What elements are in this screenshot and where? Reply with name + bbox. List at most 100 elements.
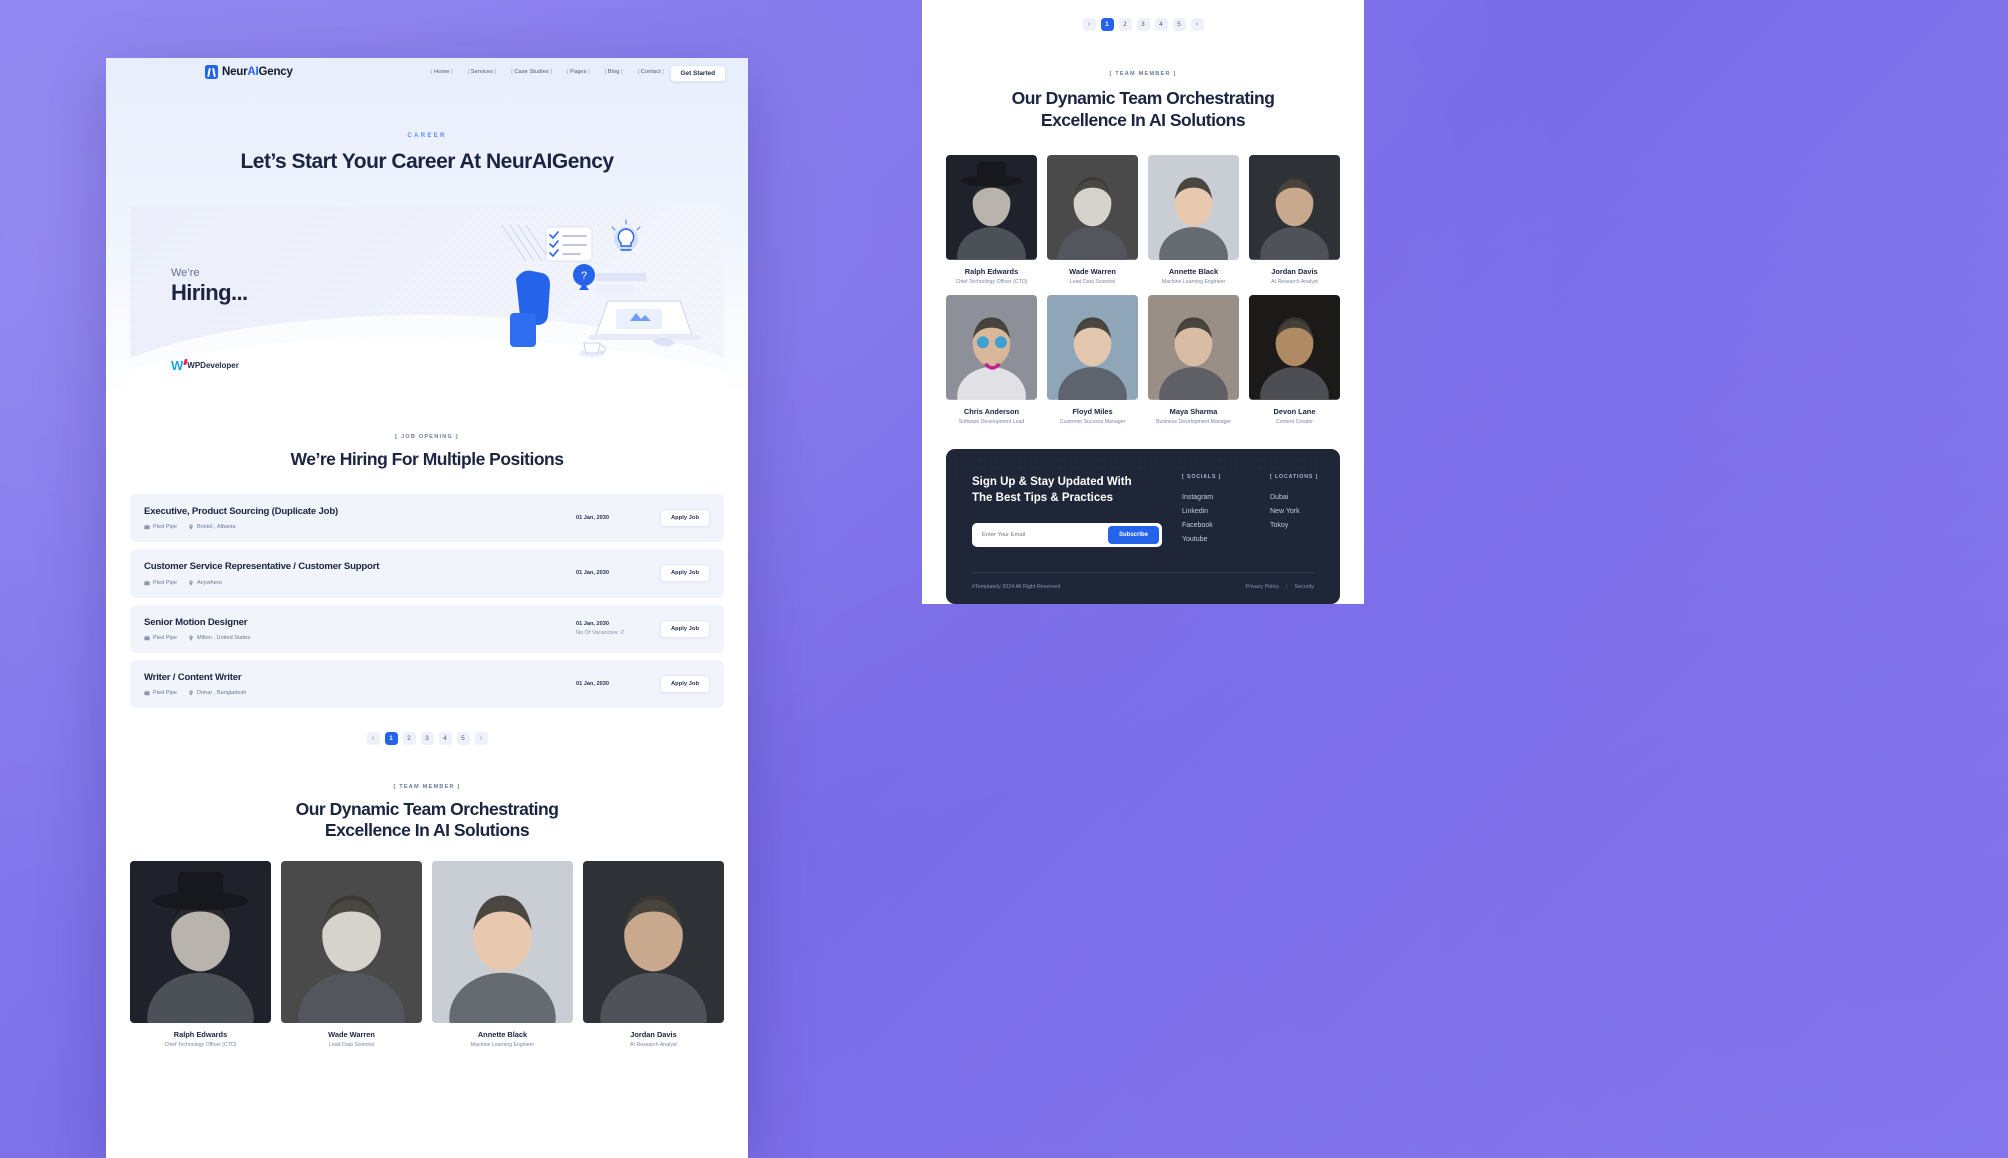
footer-legal-links[interactable]: Privacy Policy | Security: [1246, 584, 1314, 590]
pagination-prev[interactable]: ‹: [366, 732, 380, 746]
security-link[interactable]: Security: [1295, 584, 1314, 590]
brand-logo[interactable]: NeurAIGency: [205, 65, 293, 79]
apply-job-button[interactable]: Apply Job: [659, 619, 710, 638]
wpdeveloper-name: WPDeveloper: [187, 361, 239, 370]
locations-title: [ LOCATIONS ]: [1270, 473, 1319, 480]
left-page-preview: NeurAIGency Home Services Case Studies P…: [106, 58, 748, 1158]
job-card[interactable]: Senior Motion Designer Pied Pipe Milton , …: [130, 604, 724, 653]
team-member-role: Chief Technology Officer (CTO): [164, 1042, 237, 1049]
avatar: [130, 861, 271, 1024]
newsletter-form[interactable]: Subscribe: [972, 522, 1162, 547]
team-member-role: Chief Technology Officer (CTO): [955, 279, 1028, 286]
avatar: [1249, 155, 1340, 261]
job-card[interactable]: Executive, Product Sourcing (Duplicate J…: [130, 494, 724, 543]
avatar: [1047, 295, 1138, 400]
team-member-role: Machine Learning Engineer: [470, 1042, 535, 1049]
pagination-prev[interactable]: ‹: [1082, 18, 1096, 32]
socials-list[interactable]: Instagram Linkedin Facebook Youtube: [1182, 494, 1250, 543]
job-card[interactable]: Writer / Content Writer Pied Pipe Dohar , …: [130, 659, 724, 709]
team-section-right: [ TEAM MEMBER ] Our Dynamic Team Orchest…: [922, 71, 1364, 425]
team-member-name: Jordan Davis: [630, 1030, 677, 1040]
briefcase-icon: [144, 635, 150, 641]
pagination-page-1[interactable]: 1: [1100, 18, 1114, 32]
nav-item-blog[interactable]: Blog: [602, 68, 626, 76]
footer-social-link[interactable]: Facebook: [1182, 522, 1250, 529]
job-info: Customer Service Representative / Custom…: [144, 561, 574, 585]
team-member-role: Customer Success Manager: [1059, 418, 1126, 425]
get-started-button[interactable]: Get Started: [669, 65, 726, 82]
briefcase-icon: [144, 525, 150, 530]
pagination-page-5[interactable]: 5: [456, 732, 470, 746]
footer-location-item: Tokoy: [1270, 521, 1289, 529]
pagination-page-4[interactable]: 4: [1154, 18, 1168, 32]
hiring-illustration: ?: [501, 219, 700, 357]
location-pin-icon: [189, 579, 193, 586]
nav-item-contact[interactable]: Contact: [635, 68, 667, 76]
banner-headline: Hiring...: [171, 280, 248, 305]
footer-location-item: New York: [1270, 507, 1300, 515]
job-location: Bristol , Albania: [188, 524, 236, 530]
pagination-page-3[interactable]: 3: [1136, 18, 1150, 32]
copyright-text: #Templately 2024 All Right Reserved: [972, 583, 1061, 590]
job-opening-title: We’re Hiring For Multiple Positions: [290, 449, 564, 469]
pagination-page-2[interactable]: 2: [402, 732, 416, 746]
main-navigation[interactable]: Home Services Case Studies Pages Blog Co…: [428, 68, 667, 76]
nav-item-pages[interactable]: Pages: [564, 68, 593, 76]
subscribe-button[interactable]: Subscribe: [1107, 525, 1159, 544]
avatar: [946, 155, 1037, 261]
team-member-role: Business Development Manager: [1156, 418, 1231, 425]
right-page-preview: Executive, Product Sourcing (Duplicate J…: [922, 0, 1364, 888]
pagination-page-2[interactable]: 2: [1118, 18, 1132, 32]
nav-item-case-studies[interactable]: Case Studies: [508, 68, 555, 76]
pagination-page-5[interactable]: 5: [1172, 18, 1186, 32]
apply-job-button[interactable]: Apply Job: [659, 509, 710, 528]
pagination-next[interactable]: ›: [474, 732, 488, 746]
footer-social-link[interactable]: Linkedin: [1182, 508, 1250, 515]
team-member-role: Software Development Lead: [958, 418, 1025, 425]
team-member-role: Lead Data Scientist: [329, 1042, 374, 1049]
team-member-name: Annette Black: [477, 1030, 528, 1040]
team-member-name: Devon Lane: [1273, 406, 1316, 416]
team-member-card: Devon Lane Content Creator: [1249, 295, 1340, 425]
team-member-role: AI Research Analyst: [1271, 279, 1318, 286]
job-location: Anywhere: [188, 580, 222, 586]
team-member-role: Lead Data Scientist: [1070, 279, 1115, 286]
footer-social-link[interactable]: Instagram: [1182, 494, 1250, 501]
location-pin-icon: [189, 524, 193, 530]
wpdeveloper-mark-icon: W: [171, 358, 184, 373]
job-title: Customer Service Representative / Custom…: [144, 561, 380, 573]
pagination-page-4[interactable]: 4: [438, 732, 452, 746]
avatar: [1047, 155, 1138, 261]
apply-job-button[interactable]: Apply Job: [659, 674, 710, 693]
job-meta: Pied Pipe Milton , United States: [144, 635, 574, 641]
nav-item-home[interactable]: Home: [428, 68, 456, 76]
email-input[interactable]: [975, 525, 1108, 544]
pagination-page-3[interactable]: 3: [420, 732, 434, 746]
job-meta: Pied Pipe Bristol , Albania: [144, 524, 574, 530]
hero-eyebrow: CAREER: [407, 132, 447, 139]
team-member-tag: [ TEAM MEMBER ]: [393, 784, 461, 791]
site-header: NeurAIGency Home Services Case Studies P…: [106, 58, 748, 88]
avatar: [946, 295, 1037, 400]
avatar: [432, 861, 573, 1024]
job-title: Writer / Content Writer: [144, 671, 242, 683]
job-company: Pied Pipe: [144, 580, 177, 586]
hiring-banner: ? We’re Hiring... W WPDeveloper: [130, 205, 724, 389]
pagination-page-1[interactable]: 1: [384, 732, 398, 746]
team-member-name: Jordan Davis: [1271, 267, 1318, 277]
footer-social-link[interactable]: Youtube: [1182, 536, 1250, 543]
wpdeveloper-logo: W WPDeveloper: [171, 359, 239, 372]
pagination[interactable]: ‹ 1 2 3 4 5 ›: [106, 732, 748, 746]
job-card[interactable]: Customer Service Representative / Custom…: [130, 549, 724, 598]
apply-job-button[interactable]: Apply Job: [659, 564, 710, 583]
avatar: [1148, 295, 1239, 400]
team-member-name: Ralph Edwards: [173, 1030, 228, 1040]
location-pin-icon: [189, 690, 193, 696]
team-member-card: Ralph Edwards Chief Technology Officer (C…: [946, 155, 1037, 285]
privacy-policy-link[interactable]: Privacy Policy: [1246, 584, 1280, 590]
team-member-tag-right: [ TEAM MEMBER ]: [1109, 71, 1177, 78]
pagination-next[interactable]: ›: [1190, 18, 1204, 32]
banner-text: We’re Hiring...: [171, 267, 248, 306]
nav-item-services[interactable]: Services: [465, 68, 500, 76]
pagination-continued[interactable]: ‹ 1 2 3 4 5 ›: [922, 18, 1364, 32]
